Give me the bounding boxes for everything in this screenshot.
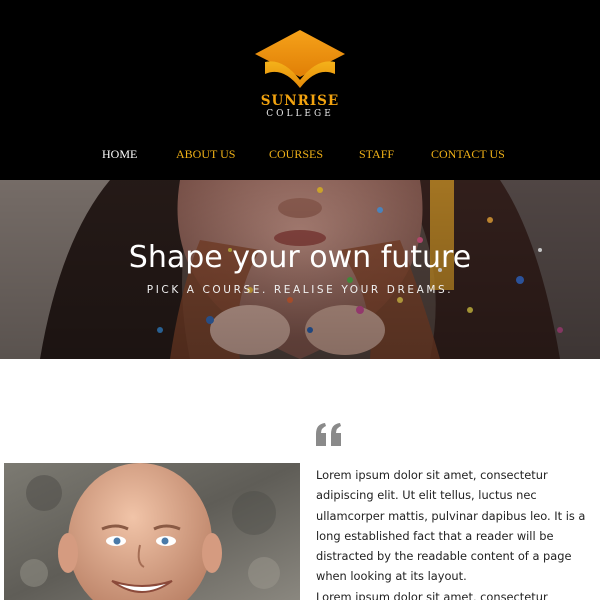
main-nav: HOME ABOUT US COURSES STAFF CONTACT US	[0, 147, 600, 163]
site-logo[interactable]: SUNRISE COLLEGE	[253, 30, 347, 122]
graduation-cap-icon	[255, 30, 345, 88]
hero-subtitle: PICK A COURSE. REALISE YOUR DREAMS.	[146, 284, 454, 296]
brand-name: SUNRISE	[260, 93, 340, 109]
testimonial-photo	[4, 463, 300, 600]
nav-staff[interactable]: STAFF	[359, 147, 394, 162]
nav-contact-us[interactable]: CONTACT US	[431, 147, 505, 162]
hero-banner: Shape your own future PICK A COURSE. REA…	[0, 180, 600, 359]
portrait-image	[4, 463, 300, 600]
nav-courses[interactable]: COURSES	[269, 147, 323, 162]
testimonial-paragraph: Lorem ipsum dolor sit amet, consectetur …	[316, 468, 586, 584]
site-header: SUNRISE COLLEGE HOME ABOUT US COURSES ST…	[0, 0, 600, 180]
quote-icon	[315, 422, 343, 448]
brand-subname: COLLEGE	[266, 109, 334, 119]
hero-title: Shape your own future	[128, 240, 472, 275]
nav-about-us[interactable]: ABOUT US	[176, 147, 235, 162]
testimonial-paragraph: Lorem ipsum dolor sit amet, consectetur …	[316, 590, 548, 600]
nav-home[interactable]: HOME	[102, 147, 137, 162]
